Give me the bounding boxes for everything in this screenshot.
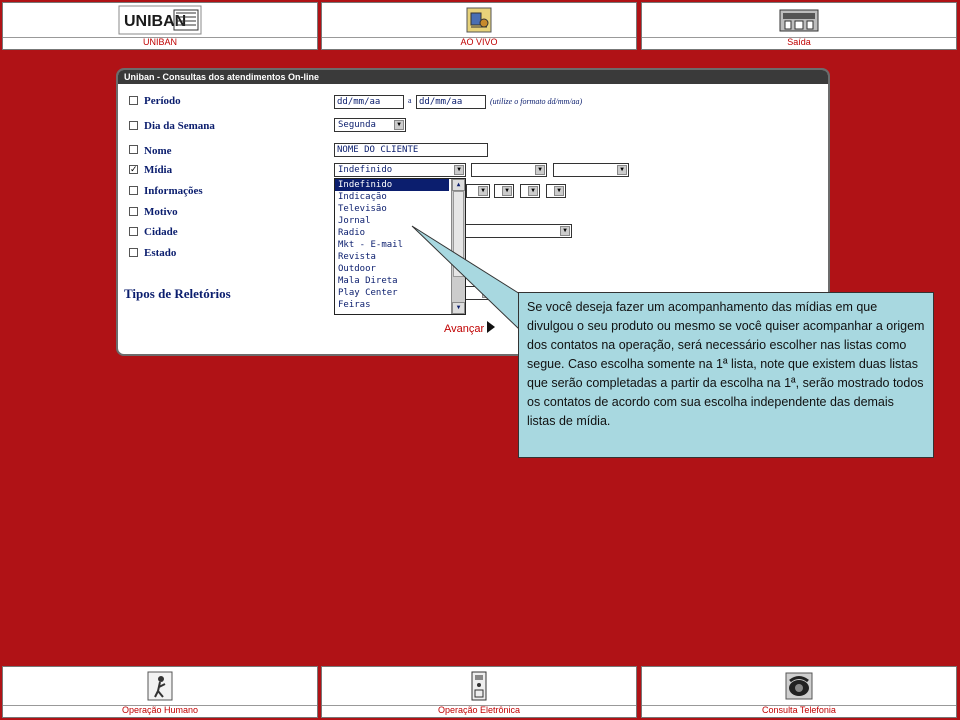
nav-saida-label: Saída xyxy=(787,37,811,47)
electronic-device-icon xyxy=(322,667,636,706)
chevron-down-icon: ▼ xyxy=(535,165,545,175)
nome-checkbox[interactable] xyxy=(129,145,138,154)
chevron-down-icon: ▼ xyxy=(528,186,538,196)
chevron-down-icon: ▼ xyxy=(478,186,488,196)
nav-uniban-label: UNIBAN xyxy=(142,37,177,47)
chevron-down-icon: ▼ xyxy=(394,120,404,130)
bottom-navigation: Operação Humano Operação Eletrônica Cons… xyxy=(0,664,960,720)
estado-label: Estado xyxy=(144,247,177,259)
exit-building-icon xyxy=(642,3,956,38)
panel-title: Uniban - Consultas dos atendimentos On-l… xyxy=(118,70,828,84)
midia-checkbox[interactable]: ✓ xyxy=(129,165,138,174)
avancar-button[interactable]: Avançar xyxy=(444,321,496,335)
midia-label: Mídia xyxy=(144,164,173,176)
scroll-down-icon[interactable]: ▼ xyxy=(452,302,465,314)
nav-ao-vivo-label: AO VIVO xyxy=(460,37,498,47)
midia-option[interactable]: Feiras xyxy=(335,299,449,311)
midia-option[interactable]: Play Center xyxy=(335,287,449,299)
nav-ao-vivo[interactable]: AO VIVO xyxy=(321,2,637,50)
dia-semana-value: Segunda xyxy=(338,120,376,130)
midia-option[interactable]: Outdoor xyxy=(335,263,449,275)
dia-semana-label: Dia da Semana xyxy=(144,120,215,132)
informacoes-select-4[interactable]: ▼ xyxy=(546,184,566,198)
checkmark-icon: ✓ xyxy=(130,164,138,174)
live-icon xyxy=(322,3,636,38)
avancar-label: Avançar xyxy=(444,323,485,335)
midia-option[interactable]: Televisão xyxy=(335,203,449,215)
midia-option[interactable]: Mala Direta xyxy=(335,275,449,287)
periodo-separator: a xyxy=(408,96,412,105)
arrow-right-icon xyxy=(487,321,496,333)
chevron-down-icon: ▼ xyxy=(554,186,564,196)
periodo-checkbox[interactable] xyxy=(129,96,138,105)
nav-operacao-eletronica[interactable]: Operação Eletrônica xyxy=(321,666,637,718)
midia-option[interactable]: Radio xyxy=(335,227,449,239)
estado-checkbox[interactable] xyxy=(129,248,138,257)
nav-consulta-telefonia[interactable]: Consulta Telefonia xyxy=(641,666,957,718)
scroll-thumb[interactable] xyxy=(453,191,464,277)
informacoes-checkbox[interactable] xyxy=(129,186,138,195)
informacoes-select-3[interactable]: ▼ xyxy=(520,184,540,198)
cidade-checkbox[interactable] xyxy=(129,227,138,236)
nav-operacao-humano[interactable]: Operação Humano xyxy=(2,666,318,718)
midia-option[interactable]: Jornal xyxy=(335,215,449,227)
periodo-to-input[interactable]: dd/mm/aa xyxy=(416,95,486,109)
informacoes-select-1[interactable]: ▼ xyxy=(466,184,490,198)
motivo-checkbox[interactable] xyxy=(129,207,138,216)
midia-select-1-value: Indefinido xyxy=(338,165,393,175)
tipos-relatorios-title: Tipos de Reletórios xyxy=(124,286,231,301)
scroll-up-icon[interactable]: ▲ xyxy=(452,179,465,191)
periodo-label: Período xyxy=(144,95,181,107)
dia-semana-checkbox[interactable] xyxy=(129,121,138,130)
informacoes-label: Informações xyxy=(144,185,203,197)
help-callout: Se você deseja fazer um acompanhamento d… xyxy=(518,292,934,458)
periodo-from-input[interactable]: dd/mm/aa xyxy=(334,95,404,109)
chevron-down-icon: ▼ xyxy=(454,165,464,175)
midia-select-3[interactable]: ▼ xyxy=(553,163,629,177)
cidade-label: Cidade xyxy=(144,226,178,238)
midia-dropdown-list[interactable]: Indefinido Indicação Televisão Jornal Radio M… xyxy=(334,178,466,315)
nome-input[interactable]: NOME DO CLIENTE xyxy=(334,143,488,157)
midia-select-1[interactable]: Indefinido ▼ xyxy=(334,163,466,177)
list-scrollbar[interactable]: ▲ ▼ xyxy=(451,179,465,314)
top-navigation: UNIBAN UNIBAN AO VIVO Saída xyxy=(0,0,960,54)
chevron-down-icon: ▼ xyxy=(617,165,627,175)
nav-operacao-eletronica-label: Operação Eletrônica xyxy=(437,705,521,715)
uniban-logo: UNIBAN xyxy=(3,3,317,38)
midia-options: Indefinido Indicação Televisão Jornal Radio M… xyxy=(335,179,465,311)
human-operator-icon xyxy=(3,667,317,706)
motivo-label: Motivo xyxy=(144,206,178,218)
periodo-hint: (utilize o formato dd/mm/aa) xyxy=(490,97,583,106)
midia-option[interactable]: Indicação xyxy=(335,191,449,203)
midia-option[interactable]: Indefinido xyxy=(335,179,449,191)
nav-saida[interactable]: Saída xyxy=(641,2,957,50)
nav-consulta-telefonia-label: Consulta Telefonia xyxy=(762,705,836,715)
nome-label: Nome xyxy=(144,145,172,157)
informacoes-select-2[interactable]: ▼ xyxy=(494,184,514,198)
nav-uniban[interactable]: UNIBAN UNIBAN xyxy=(2,2,318,50)
midia-option[interactable]: Revista xyxy=(335,251,449,263)
chevron-down-icon: ▼ xyxy=(560,226,570,236)
midia-select-2[interactable]: ▼ xyxy=(471,163,547,177)
telephone-icon xyxy=(642,667,956,706)
chevron-down-icon: ▼ xyxy=(482,288,492,298)
nav-operacao-humano-label: Operação Humano xyxy=(121,705,199,715)
midia-option[interactable]: Mkt - E-mail xyxy=(335,239,449,251)
chevron-down-icon: ▼ xyxy=(502,186,512,196)
dia-semana-select[interactable]: Segunda ▼ xyxy=(334,118,406,132)
